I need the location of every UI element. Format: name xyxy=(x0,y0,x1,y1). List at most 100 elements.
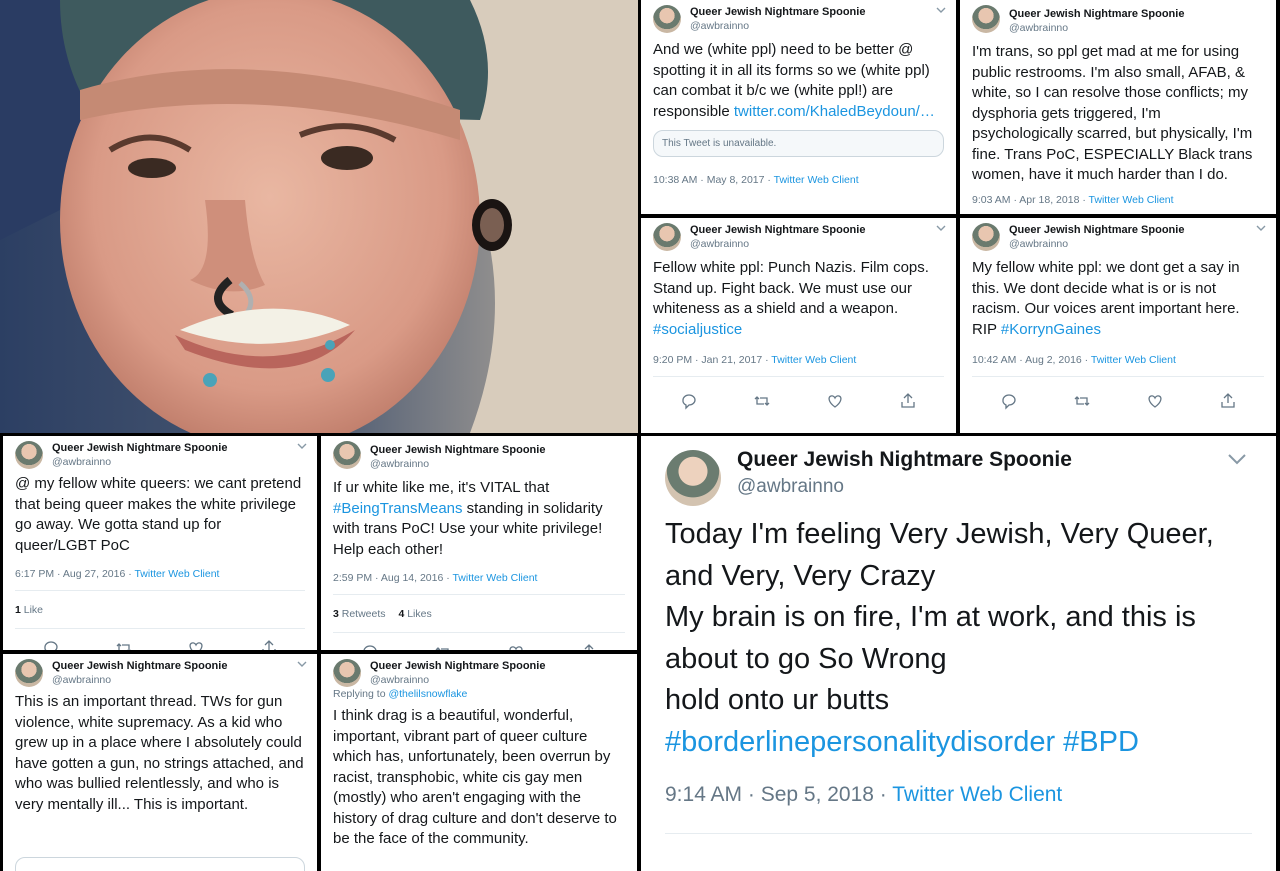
tweet-timestamp: 2:59 PM · Aug 14, 2016 · Twitter Web Cli… xyxy=(333,572,538,584)
divider xyxy=(653,376,944,377)
chevron-down-icon[interactable] xyxy=(297,441,307,451)
reply-icon[interactable] xyxy=(361,643,379,650)
author-name[interactable]: Queer Jewish Nightmare Spoonie xyxy=(1009,224,1184,236)
divider xyxy=(972,376,1264,377)
quoted-tweet-card[interactable] xyxy=(15,857,305,871)
tweet-card[interactable]: Queer Jewish Nightmare Spoonie @awbrainn… xyxy=(960,218,1276,433)
retweet-icon[interactable] xyxy=(1073,392,1091,410)
retweet-icon[interactable] xyxy=(434,643,452,650)
tweet-actions xyxy=(960,392,1276,410)
tweet-card[interactable]: Queer Jewish Nightmare Spoonie @awbrainn… xyxy=(641,218,956,433)
share-icon[interactable] xyxy=(899,392,917,410)
chevron-down-icon[interactable] xyxy=(936,223,946,233)
tweet-line: hold onto ur butts xyxy=(665,684,890,716)
tweet-timestamp: 6:17 PM · Aug 27, 2016 · Twitter Web Cli… xyxy=(15,568,220,580)
client-link[interactable]: Twitter Web Client xyxy=(134,568,219,580)
author-handle[interactable]: @awbrainno xyxy=(1009,238,1068,250)
tweet-text: I'm trans, so ppl get mad at me for usin… xyxy=(972,43,1253,183)
hashtag-link[interactable]: #KorrynGaines xyxy=(1001,321,1101,338)
author-name[interactable]: Queer Jewish Nightmare Spoonie xyxy=(690,224,865,236)
featured-tweet-card[interactable]: Queer Jewish Nightmare Spoonie @awbrainn… xyxy=(641,436,1276,871)
divider xyxy=(333,594,625,595)
author-handle[interactable]: @awbrainno xyxy=(52,456,111,468)
avatar[interactable] xyxy=(333,659,361,687)
share-icon[interactable] xyxy=(1219,392,1237,410)
avatar[interactable] xyxy=(15,659,43,687)
author-name[interactable]: Queer Jewish Nightmare Spoonie xyxy=(370,444,545,456)
reply-icon[interactable] xyxy=(42,639,60,650)
tweet-actions xyxy=(641,392,956,410)
tweet-text: And we (white ppl) need to be better @ s… xyxy=(653,41,935,120)
author-name[interactable]: Queer Jewish Nightmare Spoonie xyxy=(690,6,865,18)
client-link[interactable]: Twitter Web Client xyxy=(452,572,537,584)
retweet-icon[interactable] xyxy=(753,392,771,410)
avatar[interactable] xyxy=(653,223,681,251)
chevron-down-icon[interactable] xyxy=(936,5,946,15)
tweet-timestamp: 9:14 AM · Sep 5, 2018 · Twitter Web Clie… xyxy=(665,783,1063,806)
tweet-card[interactable]: Queer Jewish Nightmare Spoonie @awbrainn… xyxy=(641,0,956,214)
replying-to: Replying to @thelilsnowflake xyxy=(333,688,468,700)
avatar[interactable] xyxy=(972,5,1000,33)
author-name[interactable]: Queer Jewish Nightmare Spoonie xyxy=(737,448,1072,472)
tweet-card[interactable]: Queer Jewish Nightmare Spoonie @awbrainn… xyxy=(321,654,637,871)
author-name[interactable]: Queer Jewish Nightmare Spoonie xyxy=(52,660,227,672)
like-count[interactable]: 1 Like xyxy=(3,604,317,616)
like-icon[interactable] xyxy=(187,639,205,650)
share-icon[interactable] xyxy=(580,643,598,650)
author-handle[interactable]: @awbrainno xyxy=(370,458,429,470)
divider xyxy=(333,632,625,633)
chevron-down-icon[interactable] xyxy=(1226,448,1248,470)
tweet-card[interactable]: Queer Jewish Nightmare Spoonie @awbrainn… xyxy=(321,436,637,650)
avatar[interactable] xyxy=(653,5,681,33)
client-link[interactable]: Twitter Web Client xyxy=(774,174,859,186)
author-name[interactable]: Queer Jewish Nightmare Spoonie xyxy=(370,660,545,672)
author-handle[interactable]: @awbrainno xyxy=(52,674,111,686)
divider xyxy=(15,590,305,591)
tweet-text: I think drag is a beautiful, wonderful, … xyxy=(333,707,617,847)
avatar[interactable] xyxy=(972,223,1000,251)
reply-icon[interactable] xyxy=(680,392,698,410)
tweet-text: Today I'm feeling Very Jewish, Very Quee… xyxy=(665,514,1265,763)
chevron-down-icon[interactable] xyxy=(1256,223,1266,233)
chevron-down-icon[interactable] xyxy=(297,659,307,669)
client-link[interactable]: Twitter Web Client xyxy=(1089,194,1174,206)
client-link[interactable]: Twitter Web Client xyxy=(1091,354,1176,366)
hashtag-link[interactable]: #BeingTransMeans xyxy=(333,500,463,517)
tweet-timestamp: 9:03 AM · Apr 18, 2018 · Twitter Web Cli… xyxy=(972,193,1174,206)
avatar[interactable] xyxy=(15,441,43,469)
tweet-card[interactable]: Queer Jewish Nightmare Spoonie @awbrainn… xyxy=(3,436,317,650)
like-count[interactable]: 4 Likes xyxy=(398,608,431,620)
retweet-icon[interactable] xyxy=(115,639,133,650)
author-handle[interactable]: @awbrainno xyxy=(370,674,429,686)
hashtag-link[interactable]: #socialjustice xyxy=(653,321,742,338)
tweet-text: This is an important thread. TWs for gun… xyxy=(15,693,304,813)
reply-icon[interactable] xyxy=(1000,392,1018,410)
retweet-count[interactable]: 3 Retweets xyxy=(333,608,386,620)
author-handle[interactable]: @awbrainno xyxy=(690,238,749,250)
like-icon[interactable] xyxy=(507,643,525,650)
tweet-link[interactable]: twitter.com/KhaledBeydoun/… xyxy=(734,103,935,120)
author-handle[interactable]: @awbrainno xyxy=(690,20,749,32)
author-name[interactable]: Queer Jewish Nightmare Spoonie xyxy=(1009,8,1184,20)
tweet-card[interactable]: Queer Jewish Nightmare Spoonie @awbrainn… xyxy=(3,654,317,871)
client-link[interactable]: Twitter Web Client xyxy=(892,783,1062,806)
avatar[interactable] xyxy=(665,450,721,506)
tweet-timestamp: 10:42 AM · Aug 2, 2016 · Twitter Web Cli… xyxy=(972,354,1176,366)
tweet-text: If ur white like me, it's VITAL that #Be… xyxy=(333,479,603,558)
share-icon[interactable] xyxy=(260,639,278,650)
author-handle[interactable]: @awbrainno xyxy=(737,476,844,498)
tweet-text: My fellow white ppl: we dont get a say i… xyxy=(972,259,1240,338)
client-link[interactable]: Twitter Web Client xyxy=(771,354,856,366)
tweet-text: Fellow white ppl: Punch Nazis. Film cops… xyxy=(653,259,929,338)
like-icon[interactable] xyxy=(1146,392,1164,410)
tweet-card[interactable]: Queer Jewish Nightmare Spoonie @awbrainn… xyxy=(960,0,1276,214)
avatar[interactable] xyxy=(333,441,361,469)
author-name[interactable]: Queer Jewish Nightmare Spoonie xyxy=(52,442,227,454)
tweet-actions xyxy=(321,643,637,650)
engagement-counts: 3 Retweets 4 Likes xyxy=(321,608,637,620)
like-icon[interactable] xyxy=(826,392,844,410)
reply-mention-link[interactable]: @thelilsnowflake xyxy=(388,688,467,700)
author-handle[interactable]: @awbrainno xyxy=(1009,22,1068,34)
tweet-line: Today I'm feeling Very Jewish, Very Quee… xyxy=(665,518,1214,592)
hashtag-links[interactable]: #borderlinepersonalitydisorder #BPD xyxy=(665,722,1265,764)
